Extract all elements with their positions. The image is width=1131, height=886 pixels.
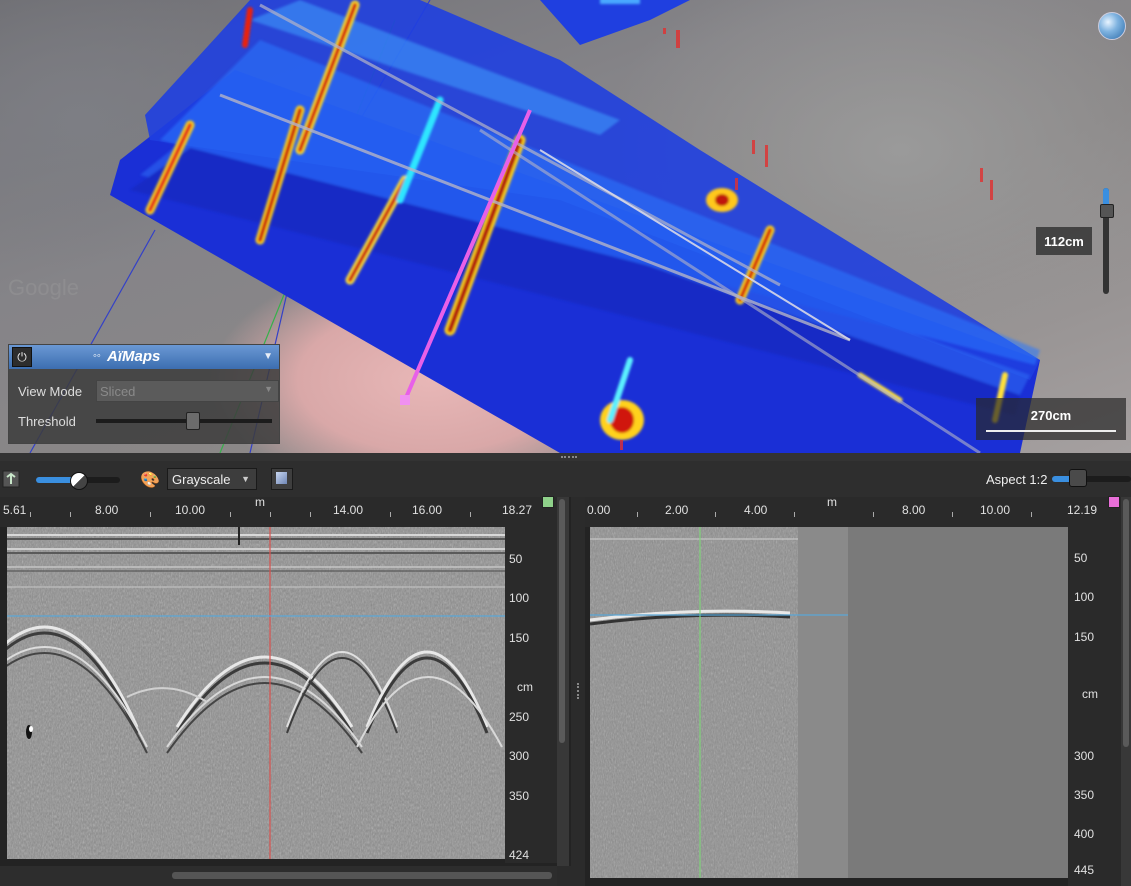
view-mode-row: View Mode Sliced ▼	[9, 377, 279, 405]
depth-readout: 112cm	[1036, 227, 1092, 255]
left-depth-ruler: 50 100 150 cm 250 300 350 424	[505, 527, 557, 863]
depth-tick-label: 300	[509, 749, 530, 763]
aspect-label: Aspect 1:2	[986, 472, 1048, 487]
scale-bar: 270cm	[976, 398, 1126, 440]
depth-tick-label: 100	[509, 591, 530, 605]
aimaps-panel: ⏻ ◦◦ AïMaps ▼ View Mode Sliced ▼ Thresho…	[8, 344, 280, 444]
x-tick-label: 16.00	[412, 503, 443, 517]
threshold-slider[interactable]	[96, 412, 272, 430]
threshold-row: Threshold	[9, 407, 279, 435]
depth-tick-label: 424	[509, 848, 530, 862]
depth-slider-handle[interactable]	[1100, 204, 1114, 218]
left-vertical-scrollbar[interactable]	[557, 497, 569, 866]
x-tick-label: 0.00	[587, 503, 611, 517]
globe-icon[interactable]	[1098, 12, 1126, 40]
threshold-label: Threshold	[18, 413, 76, 429]
gain-slider[interactable]	[36, 472, 120, 490]
track-marker[interactable]	[400, 395, 410, 405]
x-tick-label: 10.00	[980, 503, 1011, 517]
horizontal-splitter[interactable]	[0, 453, 1131, 461]
x-unit-label: m	[255, 495, 265, 509]
x-tick-label: 8.00	[902, 503, 926, 517]
right-radargram[interactable]	[590, 527, 1068, 878]
logo-icon: ◦◦	[93, 350, 101, 362]
x-tick-label: 18.27	[502, 503, 533, 517]
depth-tick-label: 100	[1074, 590, 1095, 604]
panel-header: ⏻ ◦◦ AïMaps ▼	[9, 345, 279, 369]
colormap-select[interactable]: Grayscale ▼	[167, 468, 257, 490]
depth-tick-label: 50	[1074, 551, 1088, 565]
cube-icon[interactable]	[271, 468, 293, 490]
vertical-splitter[interactable]	[571, 497, 585, 886]
x-tick-label: 2.00	[665, 503, 689, 517]
map-view[interactable]: Google 112cm 270cm ⏻ ◦◦ AïMaps ▼ View Mo…	[0, 0, 1131, 453]
depth-unit-label: cm	[1082, 687, 1098, 701]
depth-tick-label: 350	[509, 789, 530, 803]
profile-toolbar: 🎨 Grayscale ▼ Aspect 1:2	[0, 461, 1131, 497]
aspect-slider[interactable]	[1052, 476, 1131, 482]
x-tick-label: 8.00	[95, 503, 119, 517]
x-tick-label: 14.00	[333, 503, 364, 517]
view-mode-label: View Mode	[18, 383, 83, 399]
depth-tick-label: 250	[509, 710, 530, 724]
antenna-icon[interactable]	[2, 470, 20, 488]
colormap-value: Grayscale	[172, 471, 231, 487]
left-distance-ruler: 5.61 8.00 10.00 m 14.00 16.00 18.27	[0, 495, 557, 527]
brand-title: AïMaps	[107, 348, 161, 365]
palette-icon[interactable]: 🎨	[140, 470, 160, 489]
scale-label: 270cm	[1030, 408, 1072, 423]
x-tick-label: 5.61	[3, 503, 27, 517]
left-profile-view: 5.61 8.00 10.00 m 14.00 16.00 18.27 50 1…	[0, 495, 571, 866]
depth-tick-label: 50	[509, 552, 523, 566]
view-mode-select[interactable]: Sliced ▼	[96, 380, 279, 402]
chevron-down-icon: ▼	[241, 474, 250, 484]
aspect-slider-handle[interactable]	[1069, 469, 1087, 487]
profile-marker-square	[1108, 496, 1120, 508]
x-tick-label: 12.19	[1067, 503, 1098, 517]
map-watermark: Google	[8, 275, 79, 300]
depth-tick-label: 445	[1074, 863, 1095, 877]
depth-tick-label: 150	[509, 631, 530, 645]
view-mode-value: Sliced	[100, 383, 136, 399]
depth-tick-label: 350	[1074, 788, 1095, 802]
depth-tick-label: 150	[1074, 630, 1095, 644]
depth-slider[interactable]	[1100, 188, 1114, 294]
right-vertical-scrollbar[interactable]	[1121, 497, 1131, 886]
chevron-down-icon: ▼	[264, 384, 273, 394]
collapse-icon[interactable]: ▼	[263, 351, 273, 362]
radar-swath	[540, 0, 690, 45]
threshold-slider-handle[interactable]	[186, 412, 200, 430]
power-icon[interactable]: ⏻	[12, 347, 32, 367]
right-distance-ruler: 0.00 2.00 4.00 m 8.00 10.00 12.19	[585, 495, 1131, 527]
x-unit-label: m	[827, 495, 837, 509]
depth-tick-label: 400	[1074, 827, 1095, 841]
left-radargram[interactable]	[7, 527, 505, 859]
scale-line	[986, 430, 1116, 432]
right-profile-view: 0.00 2.00 4.00 m 8.00 10.00 12.19 50 100…	[585, 495, 1131, 886]
depth-unit-label: cm	[517, 680, 533, 694]
left-horizontal-scrollbar[interactable]	[0, 866, 557, 886]
profile-marker-square	[542, 496, 554, 508]
x-tick-label: 4.00	[744, 503, 768, 517]
x-tick-label: 10.00	[175, 503, 206, 517]
gain-slider-handle[interactable]	[70, 472, 88, 490]
depth-tick-label: 300	[1074, 749, 1095, 763]
